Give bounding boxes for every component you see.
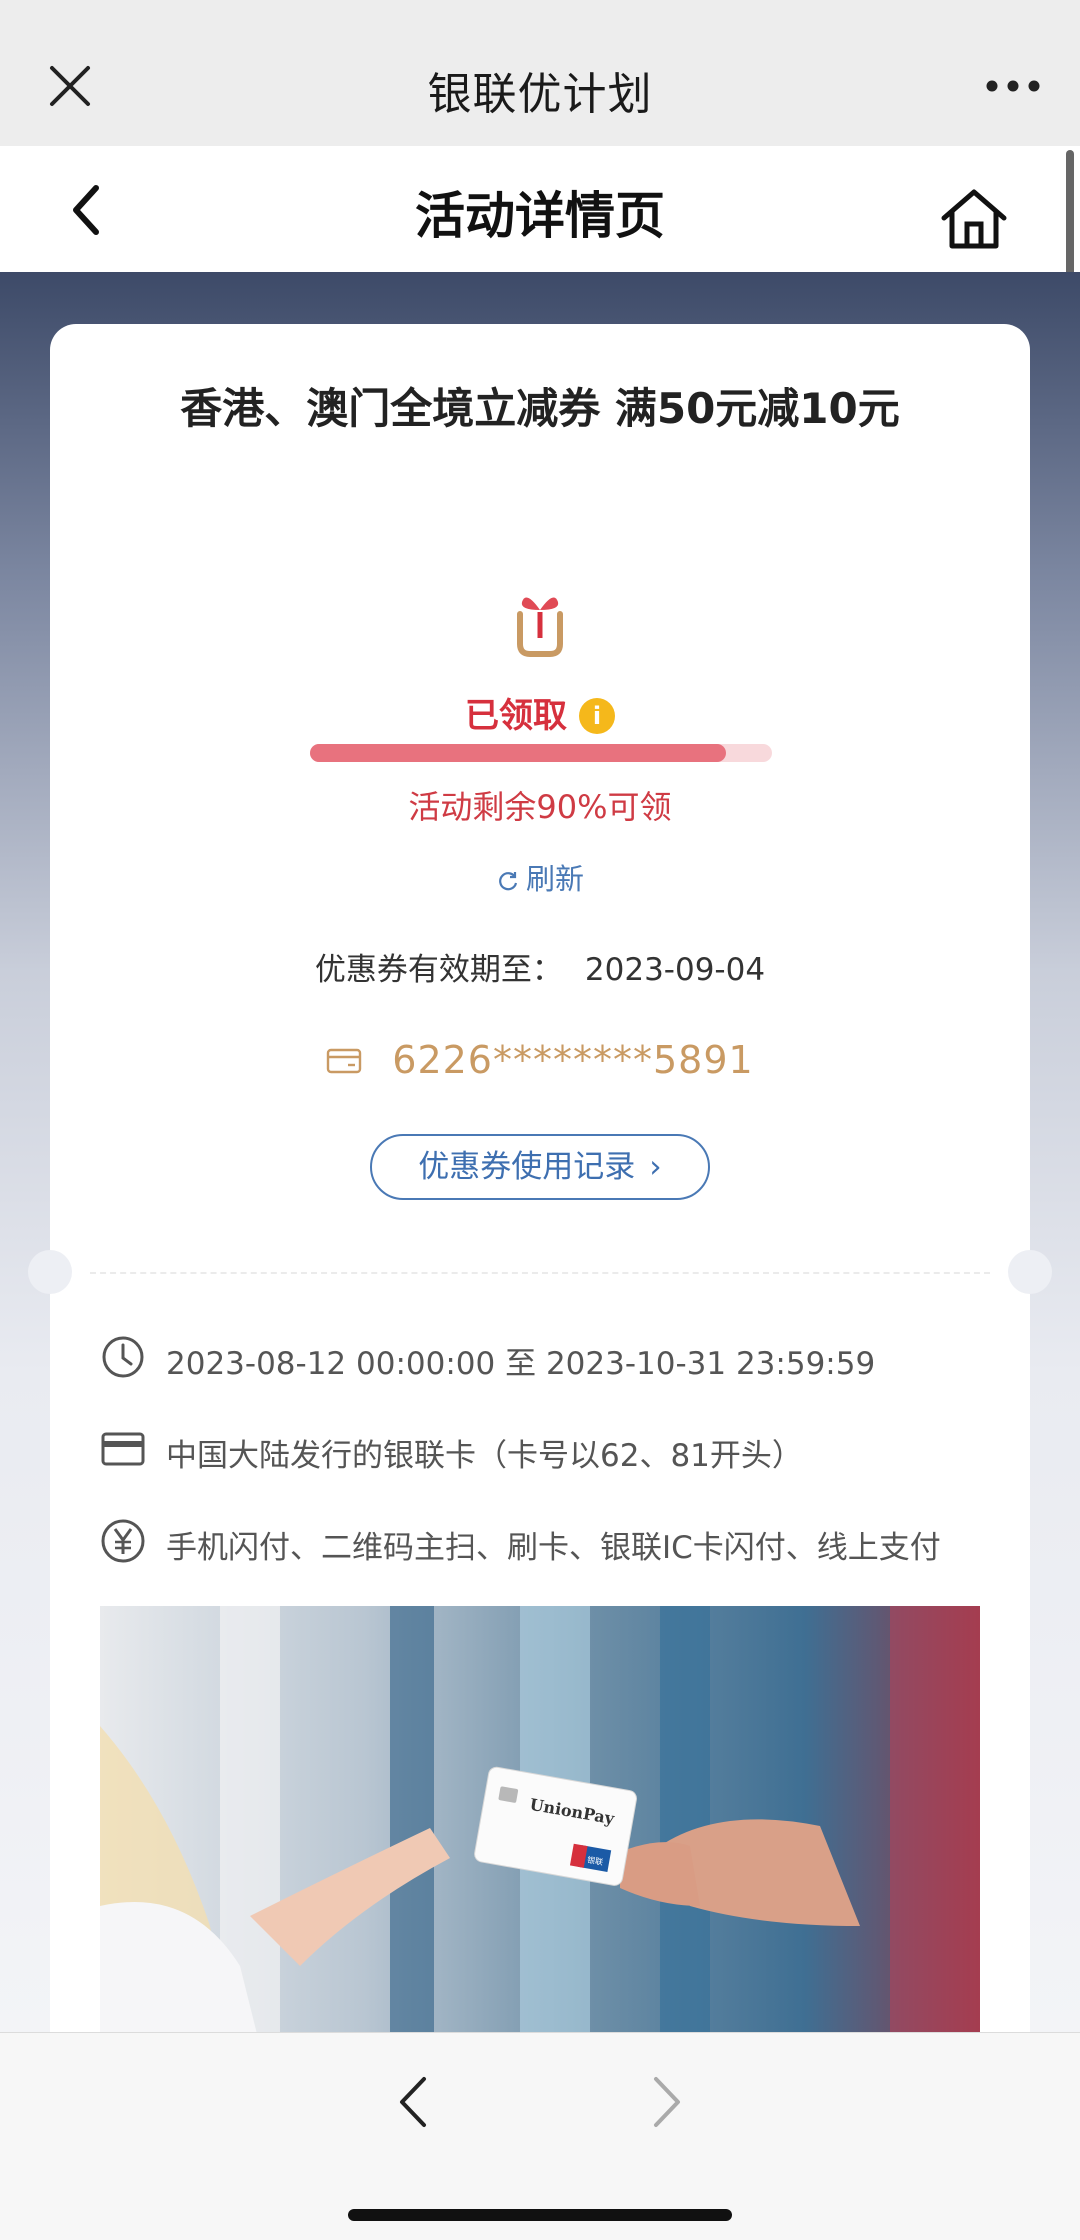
- remaining-text: 活动剩余90%可领: [408, 788, 672, 826]
- refresh-button[interactable]: 刷新: [50, 856, 1030, 898]
- payment-method-row[interactable]: 手机闪付、二维码主扫、刷卡、银联IC卡闪付、线上支付: [100, 1518, 1000, 1578]
- coupon-title: 香港、澳门全境立减券 满50元减10元: [180, 384, 900, 433]
- browser-bottom-bar: [0, 2032, 1080, 2240]
- info-icon[interactable]: i: [579, 698, 615, 734]
- more-dots-icon[interactable]: [984, 72, 1042, 100]
- gift-icon: [517, 597, 563, 657]
- claim-status-label: 已领取: [465, 696, 567, 736]
- dashed-divider: [90, 1272, 990, 1274]
- progress-bar: [310, 744, 772, 762]
- validity-row: 优惠券有效期至： 2023-09-04: [50, 944, 1030, 989]
- home-icon[interactable]: [940, 186, 1008, 250]
- usage-record-label: 优惠券使用记录: [418, 1149, 636, 1185]
- refresh-icon: [499, 872, 518, 891]
- card-number: 6226********5891: [392, 1038, 754, 1082]
- coupon-card: 香港、澳门全境立减券 满50元减10元 已领取 i 活动剩余90%可领 刷新 优惠…: [28, 324, 1052, 2032]
- progress-fill: [310, 744, 726, 762]
- page-header: 活动详情页: [0, 146, 1080, 272]
- bank-card-icon: [101, 1432, 145, 1466]
- payment-method-text: 手机闪付、二维码主扫、刷卡、银联IC卡闪付、线上支付: [166, 1530, 941, 1566]
- bank-card-small-icon: [327, 1048, 362, 1074]
- nav-forward-icon[interactable]: [652, 2075, 682, 2129]
- ticket-notch-right: [1008, 1250, 1052, 1294]
- card-scope-text: 中国大陆发行的银联卡（卡号以62、81开头）: [166, 1438, 803, 1474]
- refresh-label: 刷新: [525, 862, 584, 896]
- content-area: 香港、澳门全境立减券 满50元减10元 已领取 i 活动剩余90%可领 刷新 优惠…: [0, 272, 1080, 2032]
- bound-card-row: 6226********5891: [50, 1038, 1030, 1082]
- activity-period-row: 2023-08-12 00:00:00 至 2023-10-31 23:59:5…: [100, 1334, 1000, 1394]
- ticket-notch-left: [28, 1250, 72, 1294]
- usage-record-button[interactable]: 优惠券使用记录 ›: [370, 1134, 710, 1200]
- page-title: 活动详情页: [415, 187, 665, 245]
- clock-icon: [102, 1336, 144, 1378]
- validity-label: 优惠券有效期至：: [314, 952, 563, 988]
- card-scope-row: 中国大陆发行的银联卡（卡号以62、81开头）: [100, 1426, 1000, 1486]
- wechat-top-bar: 银联优计划: [0, 0, 1080, 146]
- yuan-icon: [101, 1519, 145, 1563]
- chevron-right-icon: ›: [649, 1149, 662, 1185]
- nav-back-icon[interactable]: [398, 2075, 428, 2129]
- activity-period-text: 2023-08-12 00:00:00 至 2023-10-31 23:59:5…: [166, 1346, 876, 1382]
- validity-date: 2023-09-04: [584, 952, 766, 988]
- mini-program-title: 银联优计划: [427, 69, 653, 120]
- promo-image: UnionPay 银联: [100, 1606, 980, 2032]
- home-indicator[interactable]: [348, 2209, 732, 2221]
- claim-status: 已领取 i: [50, 688, 1030, 737]
